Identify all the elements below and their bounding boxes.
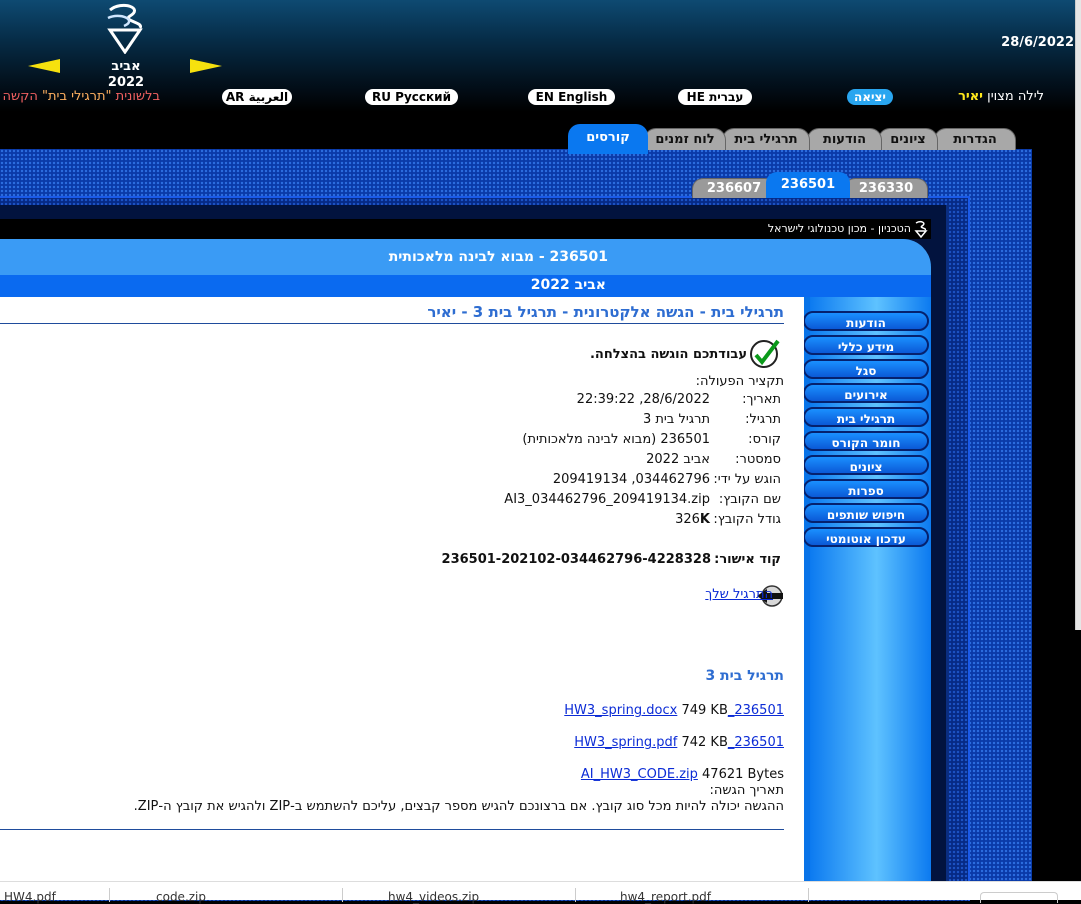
course-tabs: 236330 236607 236501	[690, 172, 930, 198]
success-message: עבודתכם הוגשה בהצלחה.	[589, 347, 747, 362]
lang-ru-button[interactable]: RU Русский	[365, 89, 458, 105]
next-semester-arrow-icon[interactable]	[190, 59, 222, 73]
previous-semester-arrow-icon[interactable]	[28, 59, 60, 73]
technion-logo	[107, 3, 143, 54]
download-separator	[808, 888, 809, 902]
tab-courses[interactable]: קורסים	[568, 124, 648, 154]
file-size: 749 KB	[681, 703, 728, 718]
field-label: שם הקובץ:	[718, 492, 781, 507]
file-row: AI_HW3_CODE.zip 47621 Bytes	[581, 767, 784, 783]
download-item[interactable]: hw4_videos.zip	[388, 890, 479, 904]
tab-homework[interactable]: תרגילי בית	[722, 128, 810, 150]
file-size-value: 326K	[675, 512, 710, 527]
user-greeting: לילה מצוין יאיר	[958, 89, 1044, 104]
download-separator	[342, 888, 343, 902]
sidebar-item-general-info[interactable]: מידע כללי	[803, 335, 929, 355]
sidebar-item-events[interactable]: אירועים	[803, 383, 929, 403]
semester-bar: אביב 2022	[0, 275, 931, 297]
current-date: 28/6/2022	[1001, 35, 1074, 50]
show-all-downloads-button[interactable]	[980, 892, 1058, 903]
course-tab[interactable]: 236330	[844, 178, 928, 198]
file-link[interactable]: 236501_HW3_spring.docx	[564, 703, 784, 718]
field-value: 236501 (מבוא לבינה מלאכותית)	[522, 432, 710, 447]
sidebar-item-homework[interactable]: תרגילי בית	[803, 407, 929, 427]
download-item[interactable]: hw4_report.pdf	[620, 890, 711, 904]
sidebar-item-course-material[interactable]: חומר הקורס	[803, 431, 929, 451]
field-label: הוגש על ידי:	[713, 472, 781, 487]
semester-label: אביב 2022	[107, 59, 145, 90]
file-link[interactable]: 236501_HW3_spring.pdf	[574, 735, 784, 750]
file-row: 236501_HW3_spring.pdf 742 KB	[574, 735, 784, 751]
course-tab[interactable]: 236607	[692, 178, 776, 198]
summary-label: תקציר הפעולה:	[695, 374, 784, 389]
homework-language-note: בלשונית "תרגילי בית" הקשה	[2, 89, 160, 104]
sidebar-item-literature[interactable]: ספרות	[803, 479, 929, 499]
your-exercise-link[interactable]: התרגיל שלך	[705, 587, 773, 603]
file-size: 742 KB	[681, 735, 728, 750]
sidebar-item-partner-search[interactable]: חיפוש שותפים	[803, 503, 929, 523]
sidebar-item-grades[interactable]: ציונים	[803, 455, 929, 475]
file-size: 47621 Bytes	[702, 767, 784, 782]
course-title-bar: 236501 - מבוא לבינה מלאכותית	[0, 239, 931, 275]
main-tabs: הגדרות ציונים הודעות תרגילי בית לוח זמני…	[560, 124, 1020, 154]
field-label: תאריך:	[742, 392, 781, 407]
tab-schedule[interactable]: לוח זמנים	[644, 128, 726, 150]
course-semester: אביב 2022	[530, 277, 606, 293]
download-item[interactable]: HW4.pdf	[4, 890, 56, 904]
footer-divider	[0, 829, 784, 830]
exit-button[interactable]: יציאה	[847, 89, 893, 105]
lang-he-button[interactable]: HE עברית	[678, 89, 752, 105]
tab-messages[interactable]: הודעות	[807, 128, 882, 150]
page-scrollbar[interactable]	[1075, 0, 1081, 630]
downloads-bar: HW4.pdf code.zip hw4_videos.zip hw4_repo…	[0, 881, 1081, 904]
file-row: 236501_HW3_spring.docx 749 KB	[564, 703, 784, 719]
tab-settings[interactable]: הגדרות	[934, 128, 1016, 150]
technion-banner: הטכניון - מכון טכנולוגי לישראל	[0, 219, 931, 239]
field-label: גודל הקובץ:	[713, 512, 781, 527]
field-label: תרגיל:	[745, 412, 781, 427]
download-item[interactable]: code.zip	[156, 890, 206, 904]
field-label: קורס:	[748, 432, 781, 447]
field-value: אביב 2022	[646, 452, 710, 467]
sidebar-item-staff[interactable]: סגל	[803, 359, 929, 379]
download-separator	[575, 888, 576, 902]
file-link[interactable]: AI_HW3_CODE.zip	[581, 767, 698, 782]
success-check-icon	[750, 339, 780, 368]
sidebar-item-messages[interactable]: הודעות	[803, 311, 929, 331]
sidebar-item-auto-update[interactable]: עדכון אוטומטי	[803, 527, 929, 547]
confirmation-label: קוד אישור:	[714, 552, 781, 567]
submission-note: ההגשה יכולה להיות מכל סוג קובץ. אם ברצונ…	[133, 799, 784, 814]
assignment-heading: תרגיל בית 3	[705, 668, 784, 684]
technion-small-logo-icon	[914, 221, 928, 238]
course-tab-active[interactable]: 236501	[766, 172, 850, 198]
download-separator	[109, 888, 110, 902]
technion-name: הטכניון - מכון טכנולוגי לישראל	[767, 222, 911, 235]
heading-divider	[0, 323, 784, 324]
tab-grades[interactable]: ציונים	[878, 128, 938, 150]
field-value: תרגיל בית 3	[642, 412, 710, 427]
main-content: תרגילי בית - הגשה אלקטרונית - תרגיל בית …	[0, 297, 804, 899]
deadline-label: תאריך הגשה:	[709, 783, 784, 798]
lang-en-button[interactable]: EN English	[528, 89, 615, 105]
page-heading: תרגילי בית - הגשה אלקטרונית - תרגיל בית …	[427, 303, 784, 321]
confirmation-code: 236501-202102-034462796-4228328	[441, 552, 711, 567]
course-title: 236501 - מבוא לבינה מלאכותית	[388, 249, 608, 265]
field-value: 034462796, 209419134	[552, 472, 710, 487]
field-value: 28/6/2022, 22:39:22	[576, 392, 710, 407]
field-label: סמסטר:	[735, 452, 781, 467]
lang-ar-button[interactable]: AR العربية	[222, 89, 292, 105]
field-value: AI3_034462796_209419134.zip	[504, 492, 710, 507]
